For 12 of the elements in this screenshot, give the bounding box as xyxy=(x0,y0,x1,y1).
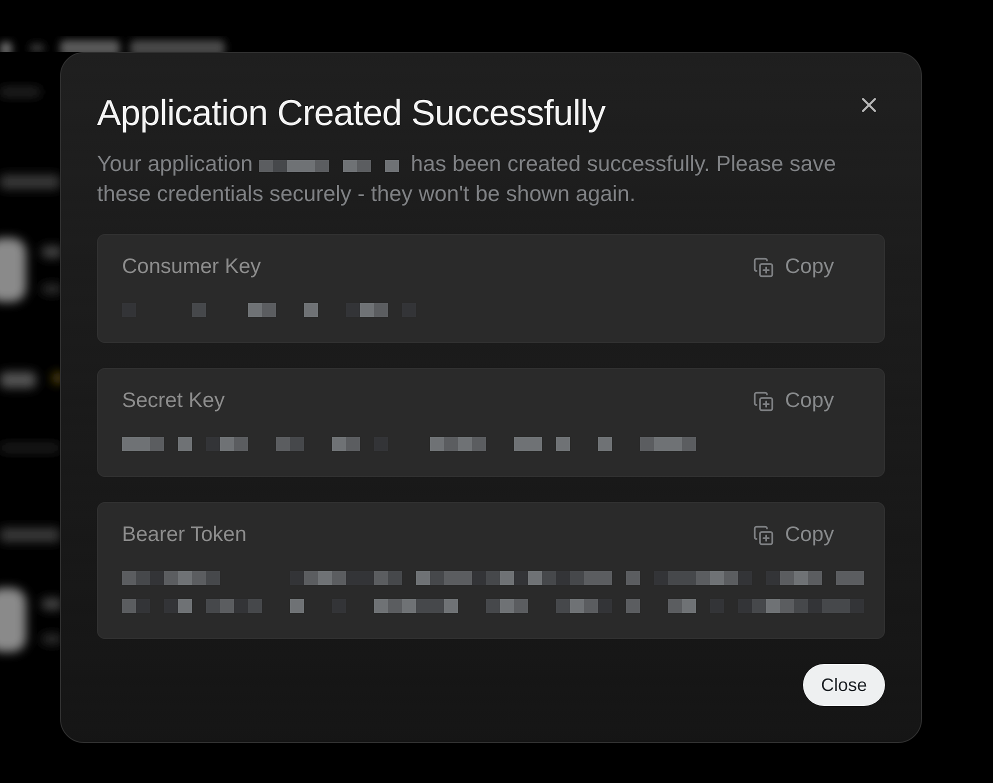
credential-label: Secret Key xyxy=(122,389,225,413)
credential-label: Bearer Token xyxy=(122,523,247,547)
copy-icon xyxy=(752,524,774,546)
copy-button[interactable]: Copy xyxy=(752,389,834,413)
dialog-description: Your application has been created successfully. Please save these credentials securely - they won't be shown again. xyxy=(97,150,837,208)
credential-label: Consumer Key xyxy=(122,255,261,279)
close-dialog-button[interactable]: Close xyxy=(802,664,885,706)
copy-icon xyxy=(752,390,774,412)
dialog-title: Application Created Successfully xyxy=(97,93,606,133)
copy-icon xyxy=(752,256,774,278)
copy-button[interactable]: Copy xyxy=(752,523,834,547)
copy-button[interactable]: Copy xyxy=(752,255,834,279)
